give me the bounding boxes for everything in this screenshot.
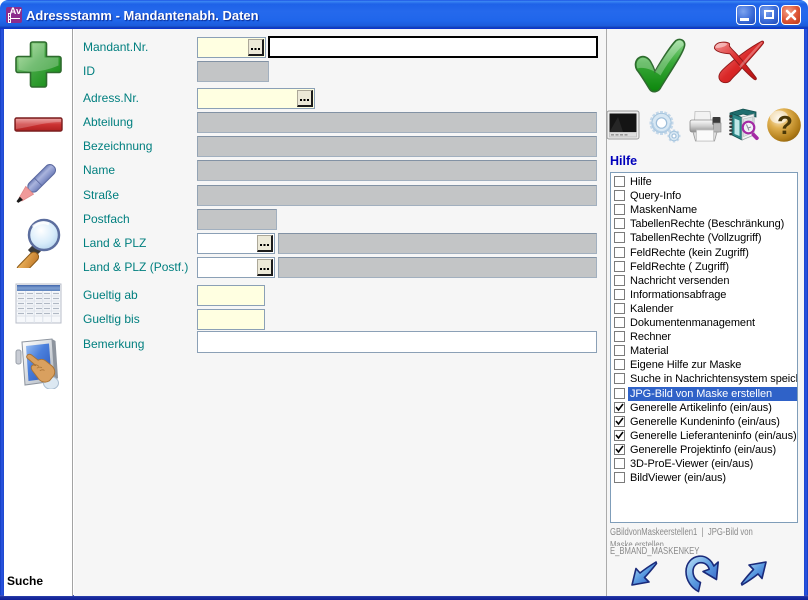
svg-text:?: ? bbox=[777, 110, 793, 140]
